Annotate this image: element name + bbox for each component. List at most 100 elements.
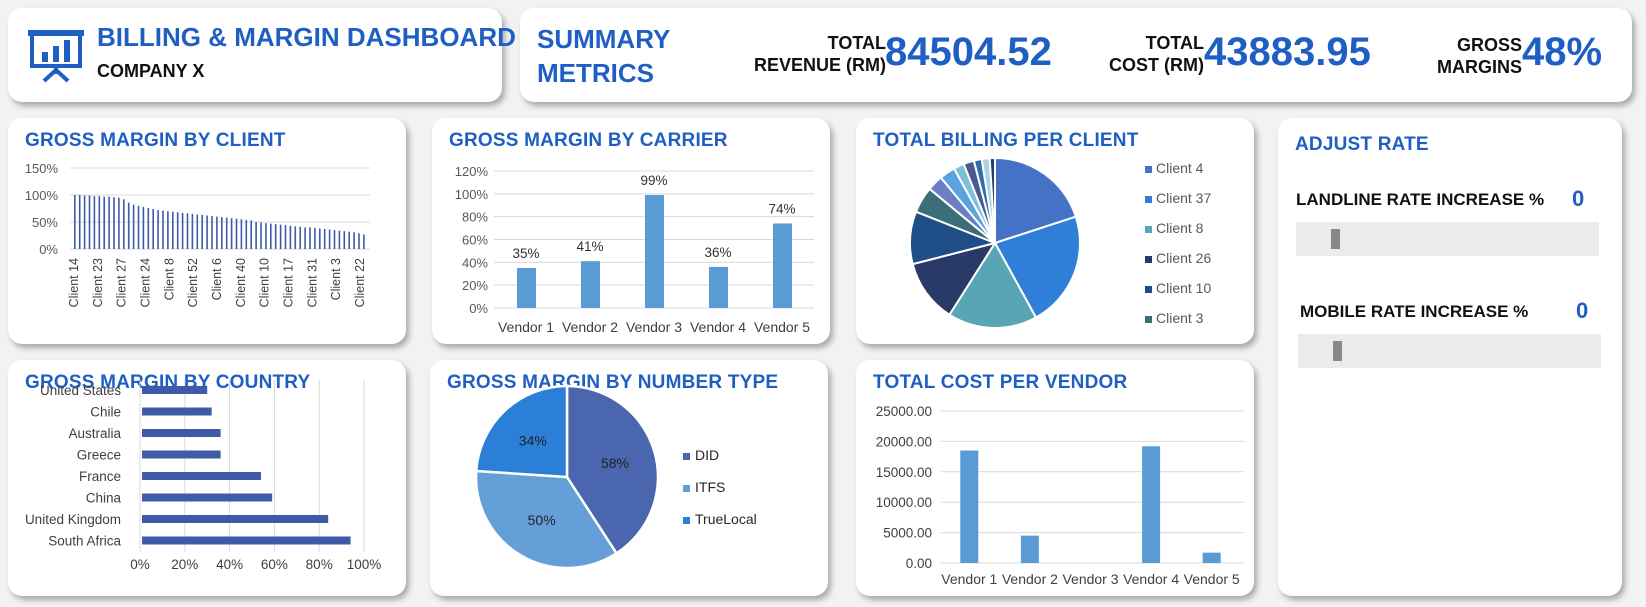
bar: [83, 195, 86, 249]
bar: [338, 230, 341, 249]
bar: [147, 207, 150, 249]
bar: [98, 196, 101, 249]
bar: [142, 386, 208, 394]
legend-marker: [683, 485, 690, 492]
carrier-margin-card: GROSS MARGIN BY CARRIER 0% 20% 40% 60% 80% 10…: [432, 118, 830, 344]
bar: [284, 225, 287, 249]
y-tick-label: South Africa: [48, 534, 121, 549]
bar: [294, 226, 297, 249]
header-card: BILLING & MARGIN DASHBOARD COMPANY X: [8, 8, 516, 102]
summary-card: SUMMARY METRICS TOTAL REVENUE (RM) 84504…: [520, 8, 1632, 102]
bar: [304, 227, 306, 249]
bar: [113, 197, 115, 249]
mobile-rate-slider[interactable]: [1298, 334, 1601, 368]
legend-marker: [683, 453, 690, 460]
bar: [270, 223, 272, 249]
bar: [581, 261, 600, 308]
bar: [960, 450, 979, 563]
y-tick-label: 50%: [32, 215, 58, 230]
bar: [309, 227, 311, 249]
bar: [181, 212, 184, 249]
total-cost-label-line1: TOTAL: [1145, 33, 1204, 53]
y-tick-label: 0%: [39, 242, 58, 257]
bar: [142, 472, 261, 480]
bar: [142, 407, 212, 416]
bar: [333, 230, 336, 249]
bar: [132, 204, 135, 249]
y-tick-label: 15000.00: [876, 465, 932, 480]
y-tick-label: 100%: [25, 188, 59, 203]
bar: [323, 229, 326, 249]
total-revenue-label-line1: TOTAL: [827, 33, 886, 53]
x-tick-label: 40%: [216, 557, 243, 572]
x-tick-label: Client 40: [234, 258, 248, 307]
landline-rate-slider-thumb[interactable]: [1330, 229, 1340, 249]
data-label: 34%: [519, 432, 547, 448]
x-tick-label: Client 52: [186, 258, 200, 307]
bar: [363, 234, 365, 249]
bar: [328, 229, 331, 249]
bar: [152, 209, 154, 249]
bar: [221, 217, 223, 249]
mobile-rate-label: MOBILE RATE INCREASE %: [1300, 302, 1529, 321]
number-type-chart: 58% 50% 34% DID ITFS TrueLocal: [474, 384, 757, 570]
landline-rate-slider[interactable]: [1296, 222, 1599, 256]
bar: [206, 215, 208, 249]
total-cost-label: TOTAL COST (RM): [1010, 32, 1204, 76]
legend-marker: [1145, 316, 1152, 323]
bar: [142, 429, 221, 437]
bar: [230, 218, 233, 249]
y-tick-label: United Kingdom: [25, 512, 121, 527]
bar: [517, 268, 536, 308]
gross-margins-value: 48%: [1522, 30, 1603, 74]
data-label: 36%: [704, 245, 731, 260]
bar: [142, 450, 221, 459]
summary-title: SUMMARY METRICS: [537, 22, 670, 90]
bar: [88, 195, 91, 249]
bar: [142, 515, 329, 523]
y-tick-label: 40%: [462, 255, 488, 270]
bar: [255, 222, 257, 249]
y-tick-label: China: [86, 491, 122, 506]
bar: [186, 213, 189, 249]
legend-label: Client 4: [1156, 160, 1204, 176]
bar: [162, 210, 164, 249]
gross-margins-label: GROSS MARGINS: [1340, 34, 1522, 78]
data-label: 74%: [768, 202, 795, 217]
y-tick-label: 150%: [25, 161, 59, 176]
y-tick-label: 20%: [462, 278, 488, 293]
bar: [157, 210, 159, 249]
summary-title-line1: SUMMARY: [537, 24, 671, 54]
y-tick-label: Chile: [90, 405, 121, 420]
legend-label: Client 8: [1156, 220, 1204, 236]
x-tick-label: 20%: [171, 557, 198, 572]
legend-label: Client 10: [1156, 280, 1211, 296]
bar: [167, 211, 169, 249]
x-tick-label: Vendor 1: [941, 571, 997, 587]
x-tick-label: Client 10: [258, 258, 272, 307]
landline-rate-label: LANDLINE RATE INCREASE %: [1296, 190, 1545, 209]
x-tick-label: Vendor 2: [1002, 571, 1058, 587]
client-margin-chart: 0% 50% 100% 150% Client 14 Client 23 Client 27…: [25, 161, 370, 307]
billing-per-client-chart: Client 4 Client 37 Client 8 Client 26 Client…: [909, 156, 1211, 329]
data-label: 58%: [601, 455, 629, 471]
country-margin-chart: 0% 20% 40% 60% 80% 100% United States Chile Aust…: [25, 380, 381, 572]
x-tick-label: Client 17: [282, 258, 296, 307]
y-tick-label: 0%: [469, 301, 488, 316]
x-tick-label: Vendor 1: [498, 319, 554, 335]
mobile-rate-slider-thumb[interactable]: [1332, 341, 1342, 361]
bar: [108, 196, 110, 249]
y-tick-label: Greece: [77, 448, 121, 463]
bar: [245, 219, 248, 249]
bar: [74, 195, 76, 249]
y-tick-label: 5000.00: [883, 526, 932, 541]
x-tick-label: Vendor 3: [1062, 571, 1118, 587]
bar: [240, 219, 243, 249]
y-tick-label: Australia: [68, 426, 121, 441]
bar: [142, 493, 273, 502]
dashboard-title: BILLING & MARGIN DASHBOARD: [97, 22, 516, 52]
x-tick-label: Vendor 2: [562, 319, 618, 335]
total-revenue-label-line2: REVENUE (RM): [753, 55, 886, 75]
x-tick-label: Client 3: [329, 258, 343, 300]
bar: [314, 227, 316, 249]
